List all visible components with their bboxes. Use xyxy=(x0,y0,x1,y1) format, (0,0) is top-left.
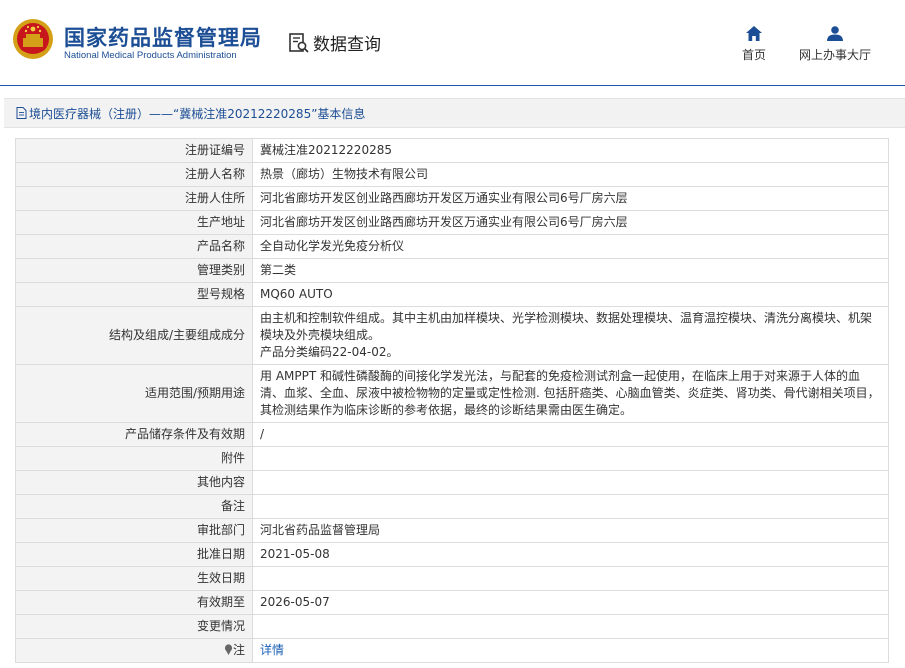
home-icon xyxy=(746,26,762,41)
site-header: 国家药品监督管理局 National Medical Products Admi… xyxy=(0,0,905,86)
table-row: 备注 xyxy=(15,494,889,519)
field-value: 用 AMPPT 和碱性磷酸酶的间接化学发光法，与配套的免疫检测试剂盒一起使用，在… xyxy=(252,364,889,423)
field-label: 注册人住所 xyxy=(15,186,253,211)
field-label: 适用范围/预期用途 xyxy=(15,364,253,423)
table-row: 型号规格 MQ60 AUTO xyxy=(15,282,889,307)
field-value xyxy=(252,470,889,495)
field-value xyxy=(252,614,889,639)
field-value: 热景（廊坊）生物技术有限公司 xyxy=(252,162,889,187)
field-label: 注册人名称 xyxy=(15,162,253,187)
data-query-link[interactable]: 数据查询 xyxy=(288,30,381,55)
table-row: 注册人住所 河北省廊坊开发区创业路西廊坊开发区万通实业有限公司6号厂房六层 xyxy=(15,186,889,211)
field-label: 有效期至 xyxy=(15,590,253,615)
field-label: 结构及组成/主要组成成分 xyxy=(15,306,253,365)
nav-online-service-hall-label: 网上办事大厅 xyxy=(799,48,872,62)
table-row: 产品名称 全自动化学发光免疫分析仪 xyxy=(15,234,889,259)
breadcrumb-bar: 境内医疗器械（注册）——“冀械注准20212220285”基本信息 xyxy=(4,98,905,128)
field-value: 冀械注准20212220285 xyxy=(252,138,889,163)
field-label: 附件 xyxy=(15,446,253,471)
classification-code-text: 产品分类编码22-04-02。 xyxy=(260,345,399,359)
table-row: 适用范围/预期用途 用 AMPPT 和碱性磷酸酶的间接化学发光法，与配套的免疫检… xyxy=(15,364,889,423)
field-label: 批准日期 xyxy=(15,542,253,567)
field-label: 审批部门 xyxy=(15,518,253,543)
field-value: 河北省药品监督管理局 xyxy=(252,518,889,543)
site-title: 国家药品监督管理局 xyxy=(64,26,262,50)
document-search-icon xyxy=(289,32,309,53)
table-row: 生产地址 河北省廊坊开发区创业路西廊坊开发区万通实业有限公司6号厂房六层 xyxy=(15,210,889,235)
field-value: 由主机和控制软件组成。其中主机由加样模块、光学检测模块、数据处理模块、温育温控模… xyxy=(252,306,889,365)
field-value xyxy=(252,566,889,591)
pin-icon xyxy=(224,644,233,655)
table-row: 审批部门 河北省药品监督管理局 xyxy=(15,518,889,543)
field-label: 生效日期 xyxy=(15,566,253,591)
table-row: 产品储存条件及有效期 / xyxy=(15,422,889,447)
nav-online-service-hall[interactable]: 网上办事大厅 xyxy=(799,26,871,63)
nav-home[interactable]: 首页 xyxy=(742,26,766,63)
field-value: 河北省廊坊开发区创业路西廊坊开发区万通实业有限公司6号厂房六层 xyxy=(252,210,889,235)
field-label: 生产地址 xyxy=(15,210,253,235)
table-row: 注册人名称 热景（廊坊）生物技术有限公司 xyxy=(15,162,889,187)
breadcrumb: 境内医疗器械（注册）——“冀械注准20212220285”基本信息 xyxy=(16,105,365,122)
breadcrumb-text: 境内医疗器械（注册）——“冀械注准20212220285”基本信息 xyxy=(29,106,366,121)
field-value: 2026-05-07 xyxy=(252,590,889,615)
field-label: 变更情况 xyxy=(15,614,253,639)
note-label: 注 xyxy=(232,643,245,657)
field-value xyxy=(252,446,889,471)
field-label: 备注 xyxy=(15,494,253,519)
field-label: 型号规格 xyxy=(15,282,253,307)
field-value: 全自动化学发光免疫分析仪 xyxy=(252,234,889,259)
national-emblem-icon xyxy=(13,19,53,59)
field-value xyxy=(252,494,889,519)
field-value: / xyxy=(252,422,889,447)
table-row: 注册证编号 冀械注准20212220285 xyxy=(15,138,889,163)
document-icon xyxy=(16,107,27,119)
table-row: 生效日期 xyxy=(15,566,889,591)
structure-text: 由主机和控制软件组成。其中主机由加样模块、光学检测模块、数据处理模块、温育温控模… xyxy=(260,311,873,342)
table-row: 注 详情 xyxy=(15,638,889,663)
field-label: 注册证编号 xyxy=(15,138,253,163)
field-label: 注 xyxy=(15,638,253,663)
field-label: 管理类别 xyxy=(15,258,253,283)
field-value: MQ60 AUTO xyxy=(252,282,889,307)
field-value: 第二类 xyxy=(252,258,889,283)
nav-home-label: 首页 xyxy=(742,48,767,62)
table-row: 管理类别 第二类 xyxy=(15,258,889,283)
table-row: 结构及组成/主要组成成分 由主机和控制软件组成。其中主机由加样模块、光学检测模块… xyxy=(15,306,889,365)
table-row: 其他内容 xyxy=(15,470,889,495)
field-label: 产品储存条件及有效期 xyxy=(15,422,253,447)
details-link[interactable]: 详情 xyxy=(260,643,284,657)
data-query-label: 数据查询 xyxy=(313,35,381,55)
table-row: 有效期至 2026-05-07 xyxy=(15,590,889,615)
site-subtitle: National Medical Products Administration xyxy=(64,50,237,61)
field-value: 河北省廊坊开发区创业路西廊坊开发区万通实业有限公司6号厂房六层 xyxy=(252,186,889,211)
table-row: 变更情况 xyxy=(15,614,889,639)
field-label: 其他内容 xyxy=(15,470,253,495)
table-row: 附件 xyxy=(15,446,889,471)
field-value: 2021-05-08 xyxy=(252,542,889,567)
table-row: 批准日期 2021-05-08 xyxy=(15,542,889,567)
field-value: 详情 xyxy=(252,638,889,663)
user-icon xyxy=(827,26,843,41)
registration-info-table: 注册证编号 冀械注准20212220285 注册人名称 热景（廊坊）生物技术有限… xyxy=(15,138,889,663)
field-label: 产品名称 xyxy=(15,234,253,259)
